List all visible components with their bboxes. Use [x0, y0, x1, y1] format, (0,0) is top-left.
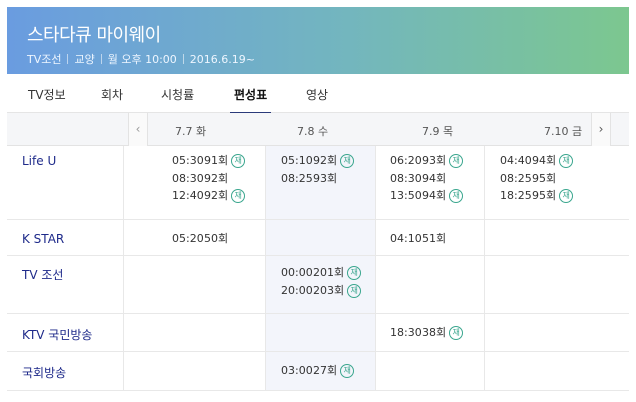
- episode-number: 92회: [204, 171, 229, 185]
- broadcast-time: 18:30: [390, 326, 422, 339]
- tab-tv-info[interactable]: TV정보: [28, 86, 66, 103]
- tab-ratings[interactable]: 시청률: [161, 86, 194, 103]
- schedule-row: Life U 05:3091회 재 08:3092회 12:4092회 재 05:1092회…: [7, 146, 629, 220]
- date-header: 7.8 수: [297, 125, 329, 138]
- loading-dots: [292, 397, 316, 402]
- meta-divider: [67, 54, 69, 64]
- program-airtime: 월 오후 10:00: [107, 53, 177, 66]
- broadcast-slot: 06:2093회 재: [390, 152, 464, 170]
- program-header: 스타다큐 마이웨이 TV조선 교양 월 오후 10:00 2016.6.19~: [7, 7, 629, 74]
- rerun-badge-icon: 재: [231, 189, 246, 203]
- rerun-badge-icon: 재: [347, 266, 362, 280]
- broadcast-slot: 04:1051회: [390, 230, 446, 248]
- schedule-row: 국회방송 03:0027회 재: [7, 352, 629, 391]
- broadcast-slot: 05:2050회: [172, 230, 228, 248]
- episode-number: 38회: [422, 326, 447, 339]
- date-header: 7.9 목: [422, 125, 454, 138]
- episode-number: 92회: [204, 189, 229, 202]
- broadcast-slot: 05:1092회 재: [281, 152, 355, 170]
- broadcast-slot: 18:3038회 재: [390, 324, 464, 342]
- broadcast-slot: 03:0027회 재: [281, 362, 355, 380]
- next-dates-chevron-right-icon[interactable]: ›: [591, 113, 611, 146]
- program-channel: TV조선: [27, 53, 62, 66]
- broadcast-time: 08:30: [172, 171, 204, 185]
- broadcast-time: 08:25: [500, 171, 532, 185]
- broadcast-time: 04:40: [500, 154, 532, 167]
- broadcast-time: 08:30: [390, 171, 422, 185]
- broadcast-slot: 13:5094회 재: [390, 187, 464, 205]
- broadcast-time: 05:20: [172, 232, 204, 245]
- episode-number: 94회: [422, 171, 447, 185]
- broadcast-time: 04:10: [390, 232, 422, 245]
- episode-number: 95회: [532, 189, 557, 202]
- schedule-grid: Life U 05:3091회 재 08:3092회 12:4092회 재 05:1092회…: [7, 146, 629, 391]
- episode-number: 27회: [313, 364, 338, 377]
- episode-number: 93회: [313, 171, 338, 185]
- program-title: 스타다큐 마이웨이: [27, 25, 161, 46]
- date-navigation: ‹ 7.7 화 7.8 수 7.9 목 7.10 금 ›: [7, 113, 629, 146]
- channel-link[interactable]: KTV 국민방송: [22, 326, 92, 343]
- schedule-row: KTV 국민방송 18:3038회 재: [7, 314, 629, 352]
- episode-number: 94회: [532, 154, 557, 167]
- episode-number: 91회: [204, 154, 229, 167]
- tab-episodes[interactable]: 회차: [101, 86, 123, 103]
- rerun-badge-icon: 재: [449, 326, 464, 340]
- rerun-badge-icon: 재: [231, 154, 246, 168]
- meta-divider: [100, 54, 102, 64]
- rerun-badge-icon: 재: [347, 283, 362, 298]
- channel-link[interactable]: 국회방송: [22, 364, 66, 381]
- date-header: 7.10 금: [544, 125, 583, 138]
- rerun-badge-icon: 재: [559, 154, 574, 168]
- program-meta: TV조선 교양 월 오후 10:00 2016.6.19~: [27, 51, 255, 67]
- tab-video[interactable]: 영상: [306, 86, 328, 103]
- rerun-badge-icon: 재: [340, 364, 355, 378]
- episode-number: 93회: [422, 154, 447, 167]
- broadcast-slot: 18:2595회 재: [500, 187, 574, 205]
- rerun-badge-icon: 재: [449, 189, 464, 203]
- broadcast-slot: 08:2595회: [500, 170, 556, 188]
- program-start-date: 2016.6.19~: [189, 53, 255, 66]
- channel-link[interactable]: K STAR: [22, 232, 64, 246]
- schedule-row: K STAR 05:2050회 04:1051회: [7, 220, 629, 256]
- schedule-row: TV 조선 00:00201회 재 20:00203회 재: [7, 256, 629, 314]
- broadcast-time: 20:00: [281, 283, 313, 297]
- episode-number: 203회: [313, 283, 345, 297]
- broadcast-slot: 08:3092회: [172, 170, 228, 188]
- channel-link[interactable]: TV 조선: [22, 266, 63, 283]
- broadcast-time: 03:00: [281, 364, 313, 377]
- broadcast-slot: 20:00203회 재: [281, 282, 362, 300]
- tab-bar: TV정보 회차 시청률 편성표 영상: [7, 74, 629, 114]
- broadcast-time: 00:00: [281, 266, 313, 279]
- date-header: 7.7 화: [175, 125, 207, 138]
- rerun-badge-icon: 재: [340, 154, 355, 168]
- broadcast-time: 18:25: [500, 189, 532, 202]
- episode-number: 94회: [422, 189, 447, 202]
- broadcast-slot: 12:4092회 재: [172, 187, 246, 205]
- broadcast-time: 12:40: [172, 189, 204, 202]
- rerun-badge-icon: 재: [559, 189, 574, 203]
- program-genre: 교양: [74, 53, 95, 66]
- prev-dates-chevron-left-icon[interactable]: ‹: [128, 113, 148, 146]
- broadcast-time: 05:10: [281, 154, 313, 167]
- episode-number: 50회: [204, 232, 229, 245]
- broadcast-slot: 08:3094회: [390, 170, 446, 188]
- tab-schedule[interactable]: 편성표: [229, 86, 272, 114]
- broadcast-slot: 04:4094회 재: [500, 152, 574, 170]
- channel-link[interactable]: Life U: [22, 154, 56, 168]
- broadcast-slot: 08:2593회: [281, 170, 337, 188]
- broadcast-slot: 00:00201회 재: [281, 264, 362, 282]
- broadcast-time: 06:20: [390, 154, 422, 167]
- episode-number: 201회: [313, 266, 345, 279]
- episode-number: 95회: [532, 171, 557, 185]
- rerun-badge-icon: 재: [449, 154, 464, 168]
- episode-number: 92회: [313, 154, 338, 167]
- broadcast-time: 08:25: [281, 171, 313, 185]
- broadcast-slot: 05:3091회 재: [172, 152, 246, 170]
- broadcast-time: 13:50: [390, 189, 422, 202]
- meta-divider: [182, 54, 184, 64]
- broadcast-time: 05:30: [172, 154, 204, 167]
- episode-number: 51회: [422, 232, 447, 245]
